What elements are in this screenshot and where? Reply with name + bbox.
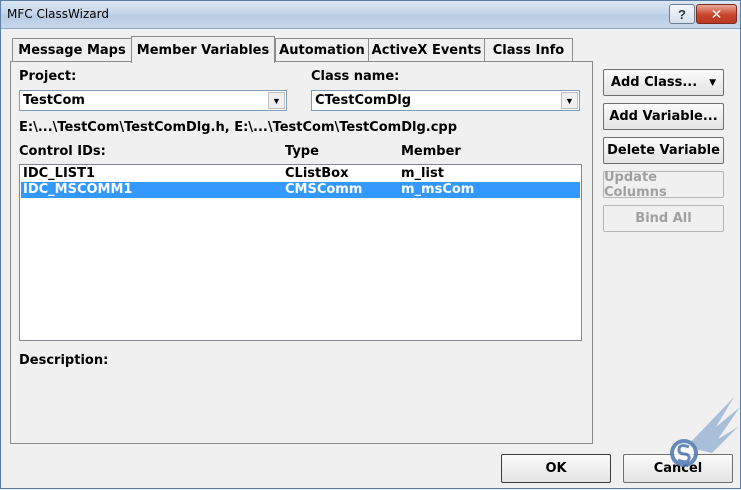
member-name: m_msCom — [401, 182, 475, 197]
delete-variable-button[interactable]: Delete Variable — [603, 137, 724, 164]
control-id: IDC_LIST1 — [23, 166, 96, 181]
tab-message-maps[interactable]: Message Maps — [12, 38, 132, 62]
title-bar[interactable]: MFC ClassWizard ? ✕ — [1, 1, 740, 29]
tab-activex-events[interactable]: ActiveX Events — [368, 38, 485, 62]
col-header-type: Type — [285, 144, 319, 159]
help-icon: ? — [678, 6, 686, 22]
col-header-member: Member — [401, 144, 461, 159]
control-type: CMSComm — [285, 182, 363, 197]
tab-class-info[interactable]: Class Info — [484, 38, 573, 62]
project-label: Project: — [19, 69, 77, 84]
update-columns-button[interactable]: Update Columns — [603, 170, 724, 200]
description-label: Description: — [19, 353, 109, 368]
col-header-control-ids: Control IDs: — [19, 144, 106, 159]
help-button[interactable]: ? — [669, 4, 695, 24]
close-button[interactable]: ✕ — [696, 4, 737, 24]
project-combo[interactable]: TestCom ▼ — [19, 90, 287, 111]
list-item-selected[interactable]: IDC_MSCOMM1 CMSComm m_msCom — [21, 182, 580, 198]
cancel-button[interactable]: Cancel — [623, 454, 733, 483]
window-title: MFC ClassWizard — [7, 7, 109, 21]
classname-label: Class name: — [311, 69, 400, 84]
control-id: IDC_MSCOMM1 — [23, 182, 133, 197]
tab-automation[interactable]: Automation — [275, 38, 369, 62]
member-name: m_list — [401, 166, 444, 181]
classname-combo[interactable]: CTestComDlg ▼ — [311, 90, 580, 111]
tab-member-variables[interactable]: Member Variables — [131, 36, 275, 63]
chevron-down-icon[interactable]: ▼ — [268, 92, 285, 109]
add-variable-button[interactable]: Add Variable... — [603, 103, 724, 130]
classname-value: CTestComDlg — [315, 93, 412, 108]
close-icon: ✕ — [710, 5, 723, 22]
list-item[interactable]: IDC_LIST1 CListBox m_list — [21, 166, 580, 182]
ok-button[interactable]: OK — [501, 454, 611, 483]
control-type: CListBox — [285, 166, 349, 181]
bind-all-button[interactable]: Bind All — [603, 205, 724, 232]
chevron-down-icon[interactable]: ▼ — [561, 92, 578, 109]
add-class-button[interactable]: Add Class... ▼ — [603, 69, 724, 96]
project-value: TestCom — [23, 93, 85, 108]
chevron-down-icon: ▼ — [709, 77, 717, 88]
file-path-text: E:\...\TestCom\TestComDlg.h, E:\...\Test… — [19, 120, 458, 135]
variables-list[interactable]: IDC_LIST1 CListBox m_list IDC_MSCOMM1 CM… — [19, 164, 582, 341]
classwizard-window: MFC ClassWizard ? ✕ Message Maps Member … — [0, 0, 741, 489]
